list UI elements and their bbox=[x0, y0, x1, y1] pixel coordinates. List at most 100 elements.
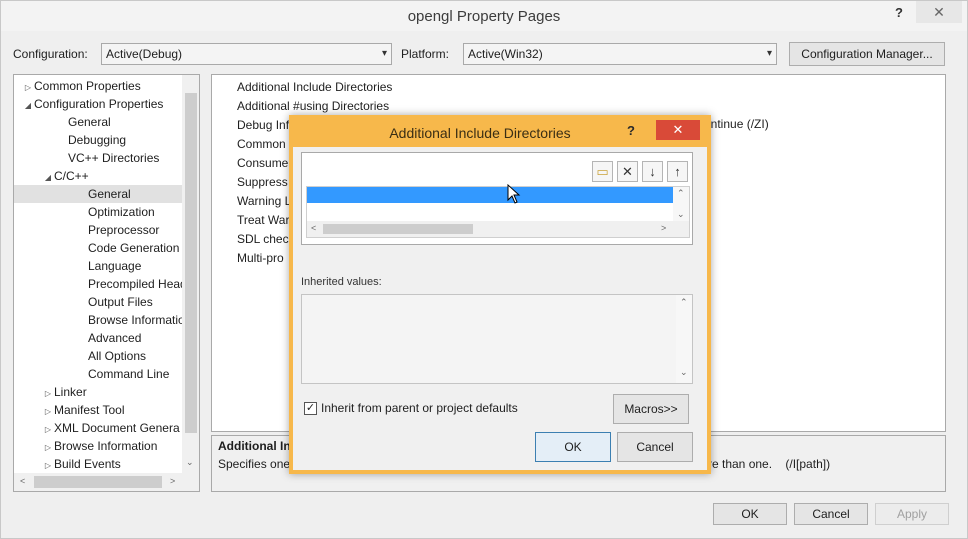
tree-item[interactable]: ▷ Manifest Tool bbox=[14, 401, 182, 419]
chevron-down-icon: ▾ bbox=[381, 48, 387, 59]
property-row[interactable]: Common bbox=[237, 137, 286, 151]
tree-item-label: Advanced bbox=[88, 331, 142, 345]
chevron-left-icon[interactable]: < bbox=[20, 476, 25, 486]
inherited-values-label: Inherited values: bbox=[301, 276, 382, 288]
move-down-icon[interactable]: ↓ bbox=[642, 161, 663, 182]
tree-item-label: Output Files bbox=[88, 295, 153, 309]
inherit-checkbox[interactable]: ✓ bbox=[304, 402, 317, 415]
tree-vertical-scrollbar[interactable]: ⌄ bbox=[182, 75, 199, 473]
dialog-close-button[interactable]: ✕ bbox=[656, 120, 700, 140]
tree-item-label: XML Document Genera bbox=[54, 421, 180, 435]
platform-combo[interactable]: Active(Win32) ▾ bbox=[463, 43, 777, 65]
property-row[interactable]: Warning L bbox=[237, 194, 291, 208]
tree-item[interactable]: ▷ XML Document Genera bbox=[14, 419, 182, 437]
chevron-down-icon[interactable]: ⌄ bbox=[186, 457, 194, 468]
expander-icon[interactable]: ◢ bbox=[42, 169, 54, 185]
expander-icon[interactable]: ▷ bbox=[42, 421, 54, 437]
chevron-right-icon[interactable]: > bbox=[170, 476, 175, 486]
expander-icon[interactable]: ▷ bbox=[42, 457, 54, 473]
description-title: Additional In bbox=[218, 439, 291, 453]
expander-icon[interactable]: ▷ bbox=[42, 403, 54, 419]
tree-item-label: Optimization bbox=[88, 205, 155, 219]
expander-icon[interactable]: ▷ bbox=[22, 79, 34, 95]
property-row[interactable]: Treat War bbox=[237, 213, 289, 227]
expander-icon[interactable]: ◢ bbox=[22, 97, 34, 113]
property-row[interactable]: SDL check bbox=[237, 232, 295, 246]
new-folder-icon[interactable]: ▭ bbox=[592, 161, 613, 182]
chevron-up-icon[interactable]: ⌃ bbox=[680, 297, 688, 308]
expander-icon[interactable]: ▷ bbox=[42, 439, 54, 455]
directory-list-panel: ▭ ✕ ↓ ↑ ⌃ ⌄ < > bbox=[301, 152, 693, 245]
tree-item[interactable]: VC++ Directories bbox=[14, 149, 182, 167]
dialog-ok-button[interactable]: OK bbox=[535, 432, 611, 462]
dialog-title: Additional Include Directories bbox=[389, 125, 571, 141]
tree-horizontal-scrollbar[interactable]: < > bbox=[14, 473, 199, 491]
property-row[interactable]: Additional #using Directories bbox=[237, 99, 389, 113]
tree-item-label: Preprocessor bbox=[88, 223, 160, 237]
tree-item[interactable]: Advanced bbox=[14, 329, 182, 347]
delete-icon[interactable]: ✕ bbox=[617, 161, 638, 182]
apply-button[interactable]: Apply bbox=[875, 503, 949, 525]
tree-vertical-scroll-thumb[interactable] bbox=[185, 93, 197, 433]
ok-button[interactable]: OK bbox=[713, 503, 787, 525]
tree-item[interactable]: ▷ Linker bbox=[14, 383, 182, 401]
dialog-help-button[interactable]: ? bbox=[627, 123, 643, 138]
tree-item-label: All Options bbox=[88, 349, 147, 363]
tree-item-label: Configuration Properties bbox=[34, 97, 164, 111]
chevron-down-icon[interactable]: ⌄ bbox=[677, 209, 685, 220]
property-row[interactable]: Additional Include Directories bbox=[237, 80, 392, 94]
tree-horizontal-scroll-thumb[interactable] bbox=[34, 476, 162, 488]
tree-item[interactable]: ◢ Configuration Properties bbox=[14, 95, 182, 113]
tree-item[interactable]: Preprocessor bbox=[14, 221, 182, 239]
tree-item[interactable]: General bbox=[14, 113, 182, 131]
help-button[interactable]: ? bbox=[889, 5, 909, 25]
dialog-cancel-button[interactable]: Cancel bbox=[617, 432, 693, 462]
chevron-up-icon[interactable]: ⌃ bbox=[677, 188, 685, 199]
configuration-combo[interactable]: Active(Debug) ▾ bbox=[101, 43, 392, 65]
inherited-vertical-scrollbar[interactable]: ⌃ ⌄ bbox=[676, 295, 692, 383]
cancel-button[interactable]: Cancel bbox=[794, 503, 868, 525]
inherit-checkbox-label[interactable]: Inherit from parent or project defaults bbox=[321, 401, 518, 415]
macros-button[interactable]: Macros>> bbox=[613, 394, 689, 424]
entries-vertical-scrollbar[interactable]: ⌃ ⌄ bbox=[673, 187, 689, 223]
tree-item-label: Linker bbox=[54, 385, 87, 399]
tree-item[interactable]: General bbox=[14, 185, 182, 203]
property-row[interactable]: Suppress bbox=[237, 175, 288, 189]
tree-item-label: C/C++ bbox=[54, 169, 89, 183]
tree-item[interactable]: ▷ Browse Information bbox=[14, 437, 182, 455]
entries-horizontal-scroll-thumb[interactable] bbox=[323, 224, 473, 234]
tree-item-label: Command Line bbox=[88, 367, 170, 381]
tree-item[interactable]: ▷ Common Properties bbox=[14, 77, 182, 95]
description-text: Specifies one bbox=[218, 457, 291, 471]
directory-entries-list[interactable]: ⌃ ⌄ < > bbox=[306, 186, 690, 238]
property-row[interactable]: Consume bbox=[237, 156, 288, 170]
move-up-icon[interactable]: ↑ bbox=[667, 161, 688, 182]
tree-item[interactable]: Command Line bbox=[14, 365, 182, 383]
chevron-down-icon[interactable]: ⌄ bbox=[680, 367, 688, 378]
property-row[interactable]: Multi-pro bbox=[237, 251, 284, 265]
tree-item-label: General bbox=[68, 115, 111, 129]
chevron-right-icon[interactable]: > bbox=[661, 223, 666, 233]
tree-item-label: Common Properties bbox=[34, 79, 141, 93]
description-text-right: re than one. (/I[path]) bbox=[708, 457, 831, 471]
tree-item[interactable]: ◢ C/C++ bbox=[14, 167, 182, 185]
tree-item[interactable]: Language bbox=[14, 257, 182, 275]
entries-horizontal-scrollbar[interactable]: < > bbox=[307, 221, 689, 237]
close-button[interactable]: ✕ bbox=[916, 1, 962, 23]
tree-item[interactable]: Debugging bbox=[14, 131, 182, 149]
tree-item[interactable]: Optimization bbox=[14, 203, 182, 221]
tree-item-label: Language bbox=[88, 259, 142, 273]
configuration-manager-button[interactable]: Configuration Manager... bbox=[789, 42, 945, 66]
tree-item[interactable]: Code Generation bbox=[14, 239, 182, 257]
tree-item[interactable]: Browse Information bbox=[14, 311, 182, 329]
configuration-value: Active(Debug) bbox=[106, 47, 183, 61]
directory-entry-selected[interactable] bbox=[307, 187, 673, 203]
tree-item[interactable]: Precompiled Heade bbox=[14, 275, 182, 293]
tree-item[interactable]: ▷ Build Events bbox=[14, 455, 182, 473]
expander-icon[interactable]: ▷ bbox=[42, 385, 54, 401]
tree-item[interactable]: All Options bbox=[14, 347, 182, 365]
tree-item[interactable]: Output Files bbox=[14, 293, 182, 311]
chevron-left-icon[interactable]: < bbox=[311, 223, 316, 233]
property-row[interactable]: Debug Inf bbox=[237, 118, 289, 132]
debug-info-value[interactable]: ontinue (/ZI) bbox=[704, 117, 769, 131]
